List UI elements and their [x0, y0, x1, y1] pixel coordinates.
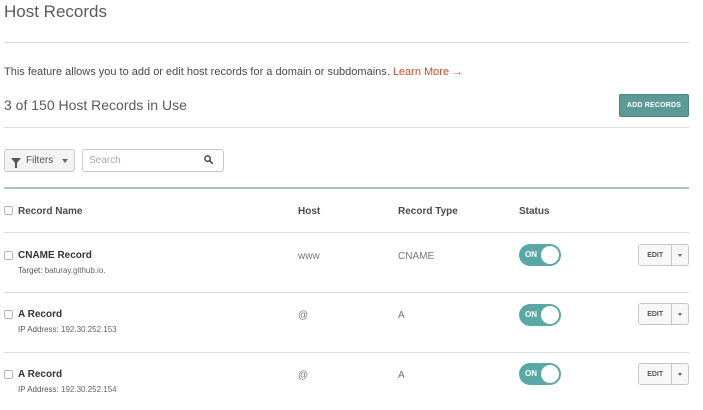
row-checkbox[interactable] [4, 251, 13, 260]
record-detail: Target: baturay.github.io. [18, 266, 105, 275]
edit-button-group: EDIT [638, 363, 689, 385]
filters-label: Filters [26, 155, 54, 166]
record-name: A Record [18, 369, 63, 380]
edit-button[interactable]: EDIT [639, 245, 673, 265]
search-icon[interactable] [204, 155, 213, 164]
record-host: @ [298, 310, 309, 321]
detail-key: IP Address: [18, 385, 59, 394]
header-host[interactable]: Host [298, 206, 320, 217]
detail-value: 192.30.252.153 [61, 325, 117, 334]
record-count: 3 of 150 Host Records in Use [4, 97, 187, 113]
description-text: This feature allows you to add or edit h… [4, 66, 390, 78]
edit-dropdown-button[interactable] [672, 304, 688, 324]
caret-down-icon [678, 372, 683, 376]
edit-button-group: EDIT [638, 244, 689, 266]
feature-description: This feature allows you to add or edit h… [4, 66, 463, 78]
learn-more-link[interactable]: Learn More → [393, 66, 463, 78]
title-divider [4, 42, 689, 43]
edit-dropdown-button[interactable] [672, 245, 688, 265]
header-record-name[interactable]: Record Name [18, 206, 82, 217]
count-divider [4, 127, 689, 128]
record-type: A [398, 370, 405, 381]
record-type: A [398, 310, 405, 321]
status-toggle[interactable]: ON [519, 363, 561, 385]
toggle-label: ON [525, 310, 537, 319]
detail-value: 192.30.252.154 [61, 385, 117, 394]
chevron-down-icon [62, 158, 69, 163]
status-toggle[interactable]: ON [519, 304, 561, 326]
header-record-type[interactable]: Record Type [398, 206, 458, 217]
header-status[interactable]: Status [519, 206, 550, 217]
header-divider [4, 232, 689, 233]
search-box [82, 149, 224, 172]
record-detail: IP Address: 192.30.252.154 [18, 385, 117, 394]
record-host: www [298, 251, 320, 262]
table-header-rule [4, 187, 689, 189]
caret-down-icon [678, 253, 683, 257]
record-host: @ [298, 370, 309, 381]
add-records-button[interactable]: ADD RECORDS [619, 94, 689, 117]
record-detail: IP Address: 192.30.252.153 [18, 325, 117, 334]
edit-dropdown-button[interactable] [672, 364, 688, 384]
edit-button[interactable]: EDIT [639, 364, 673, 384]
row-divider [4, 292, 689, 293]
status-toggle[interactable]: ON [519, 244, 561, 266]
filter-icon [11, 157, 21, 168]
select-all-checkbox[interactable] [4, 206, 13, 215]
filters-button[interactable]: Filters [4, 149, 75, 172]
detail-key: IP Address: [18, 325, 59, 334]
search-input[interactable] [83, 150, 193, 171]
row-checkbox[interactable] [4, 370, 13, 379]
edit-button[interactable]: EDIT [639, 304, 673, 324]
toggle-label: ON [525, 369, 537, 378]
page-title: Host Records [4, 2, 107, 21]
toggle-knob [541, 306, 559, 324]
row-checkbox[interactable] [4, 310, 13, 319]
toggle-label: ON [525, 250, 537, 259]
record-name: CNAME Record [18, 250, 92, 261]
detail-key: Target: [18, 266, 43, 275]
row-divider [4, 352, 689, 353]
toggle-knob [541, 246, 559, 264]
record-type: CNAME [398, 251, 435, 262]
detail-value: baturay.github.io. [44, 266, 106, 275]
record-name: A Record [18, 309, 63, 320]
toggle-knob [541, 365, 559, 383]
edit-button-group: EDIT [638, 303, 689, 325]
caret-down-icon [678, 312, 683, 316]
